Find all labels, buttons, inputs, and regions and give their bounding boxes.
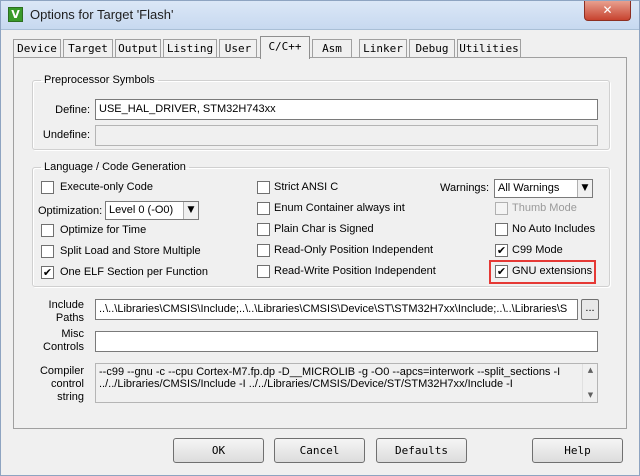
misc-label-line2: Controls [43,341,84,353]
warnings-value: All Warnings [498,182,560,194]
options-dialog: V Options for Target 'Flash' ✕ Device Ta… [0,0,640,476]
tab-output[interactable]: Output [115,39,161,58]
tab-listing[interactable]: Listing [163,39,217,58]
compiler-label-line3: string [57,391,84,403]
compiler-label-line1: Compiler [39,365,84,377]
one-elf-label: One ELF Section per Function [60,266,208,278]
cancel-button[interactable]: Cancel [274,438,365,463]
compiler-scrollbar[interactable]: ▲ ▼ [582,364,597,402]
c99-mode-checkbox[interactable]: ✔ [495,244,508,257]
ok-button[interactable]: OK [173,438,264,463]
strict-ansi-label: Strict ANSI C [274,181,339,193]
warnings-select[interactable]: All Warnings ▼ [494,179,593,198]
no-auto-includes-checkbox[interactable] [495,223,508,236]
misc-label-line1: Misc [61,328,84,340]
preprocessor-legend: Preprocessor Symbols [44,74,155,86]
rw-position-checkbox[interactable] [257,265,270,278]
ro-position-label: Read-Only Position Independent [274,244,433,256]
split-load-label: Split Load and Store Multiple [60,245,201,257]
c99-mode-label: C99 Mode [512,244,563,256]
thumb-mode-checkbox[interactable] [495,202,508,215]
optimize-time-checkbox[interactable] [41,224,54,237]
ro-position-checkbox[interactable] [257,244,270,257]
warnings-label: Warnings: [440,182,490,194]
plain-char-checkbox[interactable] [257,223,270,236]
tab-linker[interactable]: Linker [359,39,407,58]
enum-container-label: Enum Container always int [274,202,405,214]
include-paths-field[interactable]: ..\..\Libraries\CMSIS\Include;..\..\Libr… [95,299,578,320]
define-field[interactable]: USE_HAL_DRIVER, STM32H743xx [95,99,598,120]
execute-only-label: Execute-only Code [60,181,153,193]
rw-position-label: Read-Write Position Independent [274,265,436,277]
optimization-value: Level 0 (-O0) [109,204,174,216]
undefine-field[interactable] [95,125,598,146]
tab-target[interactable]: Target [63,39,113,58]
split-load-checkbox[interactable] [41,245,54,258]
defaults-button[interactable]: Defaults [376,438,467,463]
define-label: Define: [55,104,90,116]
plain-char-label: Plain Char is Signed [274,223,374,235]
gnu-extensions-checkbox[interactable]: ✔ [495,265,508,278]
tab-device[interactable]: Device [13,39,61,58]
chevron-down-icon: ▼ [577,180,592,197]
close-icon[interactable]: ✕ [584,1,631,21]
tab-asm[interactable]: Asm [312,39,352,58]
scroll-down-icon[interactable]: ▼ [583,389,597,402]
no-auto-includes-label: No Auto Includes [512,223,596,235]
compiler-control-string[interactable]: --c99 --gnu -c --cpu Cortex-M7.fp.dp -D_… [95,363,598,403]
keil-app-icon: V [8,7,23,22]
scroll-up-icon[interactable]: ▲ [583,364,597,377]
language-legend: Language / Code Generation [44,161,186,173]
help-button[interactable]: Help [532,438,623,463]
misc-controls-field[interactable] [95,331,598,352]
optimize-time-label: Optimize for Time [60,224,147,236]
optimization-select[interactable]: Level 0 (-O0) ▼ [105,201,199,220]
strict-ansi-checkbox[interactable] [257,181,270,194]
chevron-down-icon: ▼ [183,202,198,219]
compiler-label-line2: control [50,378,84,390]
compiler-line-1: --c99 --gnu -c --cpu Cortex-M7.fp.dp -D_… [99,366,561,378]
window-title: Options for Target 'Flash' [30,7,174,22]
execute-only-checkbox[interactable] [41,181,54,194]
compiler-line-2: ../../Libraries/CMSIS/Include -I ../../L… [99,378,513,390]
one-elf-checkbox[interactable]: ✔ [41,266,54,279]
optimization-label: Optimization: [38,205,103,217]
tab-cpp[interactable]: C/C++ [260,36,310,59]
undefine-label: Undefine: [42,129,90,141]
enum-container-checkbox[interactable] [257,202,270,215]
title-bar: V Options for Target 'Flash' ✕ [1,1,639,30]
include-browse-button[interactable]: ... [581,299,599,320]
tab-user[interactable]: User [219,39,257,58]
include-label-line1: Include [48,299,84,311]
gnu-extensions-label: GNU extensions [512,265,593,277]
tab-utilities[interactable]: Utilities [457,39,521,58]
thumb-mode-label: Thumb Mode [512,202,577,214]
include-label-line2: Paths [55,312,84,324]
tab-debug[interactable]: Debug [409,39,455,58]
